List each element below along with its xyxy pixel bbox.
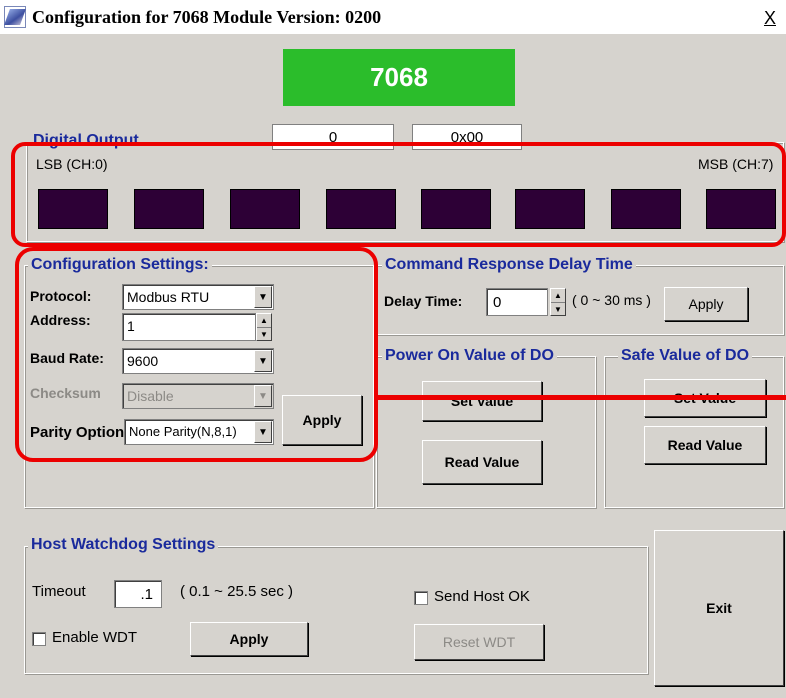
enable-wdt-checkbox[interactable] (32, 632, 46, 646)
host-watchdog-legend: Host Watchdog Settings (28, 535, 219, 555)
highlight-connector-line (378, 395, 786, 400)
app-window-icon (4, 6, 26, 28)
safe-value-legend: Safe Value of DO (618, 346, 753, 366)
watchdog-apply-button[interactable]: Apply (190, 622, 308, 656)
delay-spin-icon[interactable]: ▲ ▼ (550, 288, 566, 316)
power-on-read-value-button[interactable]: Read Value (422, 440, 542, 484)
delay-time-label: Delay Time: (384, 293, 463, 309)
highlight-frame-configuration (15, 247, 378, 462)
timeout-value: .1 (140, 586, 153, 603)
power-on-set-value-button[interactable]: Set Value (422, 381, 542, 421)
power-on-value-group (376, 356, 596, 508)
send-host-ok-label: Send Host OK (434, 588, 530, 605)
reset-wdt-button: Reset WDT (414, 624, 544, 660)
highlight-frame-digital-output (11, 142, 786, 247)
host-watchdog-group (24, 546, 648, 674)
delay-time-legend: Command Response Delay Time (382, 255, 636, 275)
window-title: Configuration for 7068 Module Version: 0… (32, 7, 382, 27)
title-bar: Configuration for 7068 Module Version: 0… (0, 0, 786, 34)
delay-apply-button[interactable]: Apply (664, 287, 748, 321)
timeout-range-label: ( 0.1 ~ 25.5 sec ) (180, 583, 293, 600)
delay-time-input[interactable]: 0 (486, 288, 548, 316)
power-on-value-legend: Power On Value of DO (382, 346, 557, 366)
module-name-banner: 7068 (283, 49, 515, 106)
send-host-ok-checkbox[interactable] (414, 591, 428, 605)
exit-button[interactable]: Exit (654, 530, 784, 686)
timeout-label: Timeout (32, 583, 86, 600)
enable-wdt-label: Enable WDT (52, 629, 138, 646)
close-button[interactable]: X (758, 6, 782, 30)
delay-range-label: ( 0 ~ 30 ms ) (572, 292, 651, 308)
delay-time-value: 0 (493, 294, 502, 311)
timeout-input[interactable]: .1 (114, 580, 162, 608)
safe-read-value-button[interactable]: Read Value (644, 426, 766, 464)
